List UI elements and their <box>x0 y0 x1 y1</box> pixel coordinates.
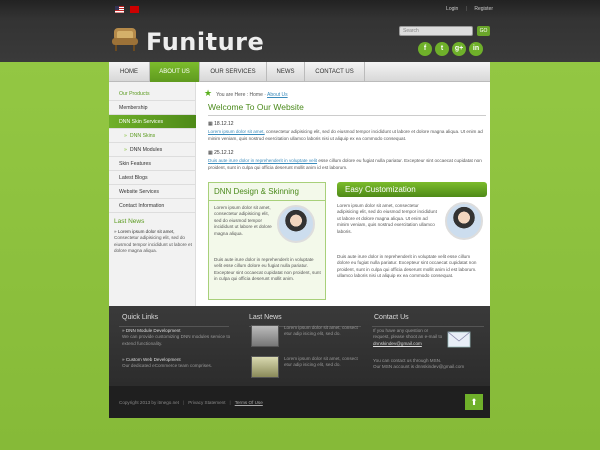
search-go-button[interactable]: GO <box>477 26 490 36</box>
copyright-text: Copyright 2013 by itmego.net <box>119 400 180 405</box>
arrow-up-icon: ⬆ <box>470 397 478 407</box>
linkedin-icon[interactable]: in <box>469 42 483 56</box>
nav-contact-us[interactable]: CONTACT US <box>305 62 365 82</box>
divider <box>119 326 229 327</box>
contact-text-2-b: Our MSN account is dnnskindev@gmail.com <box>373 364 465 370</box>
sidebar-item-contact-information[interactable]: Contact Information <box>109 199 196 213</box>
news-thumbnail[interactable] <box>251 356 279 378</box>
quick-link-2-title[interactable]: Custom Web Development <box>126 357 181 362</box>
twitter-icon[interactable]: t <box>435 42 449 56</box>
facebook-icon[interactable]: f <box>418 42 432 56</box>
divider <box>209 200 325 201</box>
last-news-body: Consectetur adipisicing elit, sed do eiu… <box>114 235 192 253</box>
news-link-1[interactable]: Lorem ipsum dolor sit amet, <box>208 129 265 134</box>
nav-our-services[interactable]: OUR SERVICES <box>200 62 267 82</box>
double-chevron-icon: » <box>124 133 127 139</box>
breadcrumb-prefix: You are Here : Home · <box>216 92 266 98</box>
mail-icon <box>447 331 471 348</box>
last-news-heading: Last News <box>114 218 145 225</box>
contact-us-heading: Contact Us <box>374 314 409 321</box>
privacy-link[interactable]: Privacy Statement <box>188 400 225 405</box>
breadcrumb-about-us-link[interactable]: About Us <box>267 92 288 98</box>
sidebar-item-our-products[interactable]: Our Products <box>109 87 196 101</box>
sidebar-item-label: DNN Skins <box>129 133 156 139</box>
top-header: Login | Register Funiture Search GO f t … <box>0 0 600 62</box>
quick-links-heading: Quick Links <box>122 314 159 321</box>
last-news-lead[interactable]: Lorem ipsum dolor sit amet, <box>118 229 175 234</box>
news-item-2: Duis aute irure dolor in reprehenderit i… <box>208 158 484 171</box>
sidebar-item-skin-features[interactable]: Skin Features <box>109 157 196 171</box>
register-link[interactable]: Register <box>474 6 493 12</box>
cn-flag-icon[interactable] <box>130 6 139 13</box>
contact-text-1: If you have any question or request, ple… <box>373 328 443 347</box>
sidebar-item-latest-blogs[interactable]: Latest Blogs <box>109 171 196 185</box>
box-title: DNN Design & Skinning <box>214 187 299 196</box>
box-text-2: Duis aute irure dolor in reprehenderit i… <box>337 254 477 279</box>
last-news-text: » Lorem ipsum dolor sit amet, Consectetu… <box>114 229 194 254</box>
footer-news-1: Lorem ipsum dolor sit amet, consect etur… <box>284 325 358 337</box>
sidebar-item-dnn-skins[interactable]: » DNN Skins <box>109 129 196 143</box>
divider <box>208 115 486 116</box>
quick-link-2-body: Our dedicated eCommerce team comprises. <box>122 363 213 369</box>
contact-text-2-a: You can contact us through MSN. <box>373 358 442 363</box>
contact-text-1-body: If you have any question or request, ple… <box>373 328 443 340</box>
box-text-1: Lorem ipsum dolor sit amet, consectetur … <box>337 203 437 234</box>
dnn-design-box: DNN Design & Skinning Lorem ipsum dolor … <box>208 182 326 300</box>
chair-logo-icon <box>112 28 138 51</box>
news-date-1: 18.12.12 <box>208 121 233 127</box>
account-links: Login | Register <box>440 6 493 12</box>
news-date-2: 25.12.12 <box>208 150 233 156</box>
footer: Quick Links » DNN Module Development We … <box>109 306 490 386</box>
site-logo[interactable]: Funiture <box>146 28 264 56</box>
quick-link-1: » DNN Module Development We can provide … <box>122 328 232 347</box>
news-item-1: Lorem ipsum dolor sit amet, consectetur … <box>208 129 484 142</box>
nav-home[interactable]: HOME <box>109 62 150 82</box>
breadcrumb: ★ You are Here : Home · About Us <box>204 88 288 99</box>
quick-link-2: » Custom Web Development Our dedicated e… <box>122 357 232 370</box>
last-news-heading: Last News <box>249 314 282 321</box>
search-input[interactable]: Search <box>399 26 473 36</box>
divider <box>372 326 484 327</box>
sidebar-item-membership[interactable]: Membership <box>109 101 196 115</box>
box-title: Easy Customization <box>337 182 487 197</box>
login-link[interactable]: Login <box>446 6 458 12</box>
separator: | <box>465 6 467 12</box>
sidebar-item-dnn-skin-services[interactable]: DNN Skin Services <box>109 115 196 129</box>
box-text-1: Lorem ipsum dolor sit amet, consectetur … <box>214 205 272 236</box>
contact-email-link[interactable]: dnnskindev@gmail.com <box>373 341 422 346</box>
news-thumbnail[interactable] <box>251 325 279 347</box>
main-nav: HOME ABOUT US OUR SERVICES NEWS CONTACT … <box>109 62 490 82</box>
quick-link-1-body: We can provide customizing DNN modules s… <box>122 334 231 346</box>
page-title: Welcome To Our Website <box>208 102 304 112</box>
footer-news-2: Lorem ipsum dolor sit amet, consect etur… <box>284 356 358 368</box>
nav-news[interactable]: NEWS <box>267 62 305 82</box>
quick-link-1-title[interactable]: DNN Module Development <box>126 328 181 333</box>
separator: | <box>229 400 231 405</box>
sidebar-item-website-services[interactable]: Website Services <box>109 185 196 199</box>
contact-text-2: You can contact us through MSN. Our MSN … <box>373 358 483 371</box>
separator: | <box>183 400 185 405</box>
box-text-2: Duis aute irure dolor in reprehenderit i… <box>214 257 321 282</box>
sidebar-item-label: DNN Modules <box>129 147 163 153</box>
back-to-top-button[interactable]: ⬆ <box>465 394 483 410</box>
google-plus-icon[interactable]: g+ <box>452 42 466 56</box>
nav-about-us[interactable]: ABOUT US <box>150 62 200 82</box>
terms-link[interactable]: Terms Of Use <box>235 400 263 405</box>
easy-customization-box: Easy Customization Lorem ipsum dolor sit… <box>337 182 487 302</box>
team-photo <box>445 202 483 240</box>
star-icon: ★ <box>204 88 213 98</box>
woman-photo <box>277 205 315 243</box>
sidebar-item-dnn-modules[interactable]: » DNN Modules <box>109 143 196 157</box>
bottom-bar: Copyright 2013 by itmego.net | Privacy Sta… <box>109 386 490 418</box>
news-link-2[interactable]: Duis aute irure dolor in reprehenderit i… <box>208 158 317 163</box>
us-flag-icon[interactable] <box>115 6 124 13</box>
double-chevron-icon: » <box>124 147 127 153</box>
copyright-line: Copyright 2013 by itmego.net | Privacy Sta… <box>119 400 263 405</box>
